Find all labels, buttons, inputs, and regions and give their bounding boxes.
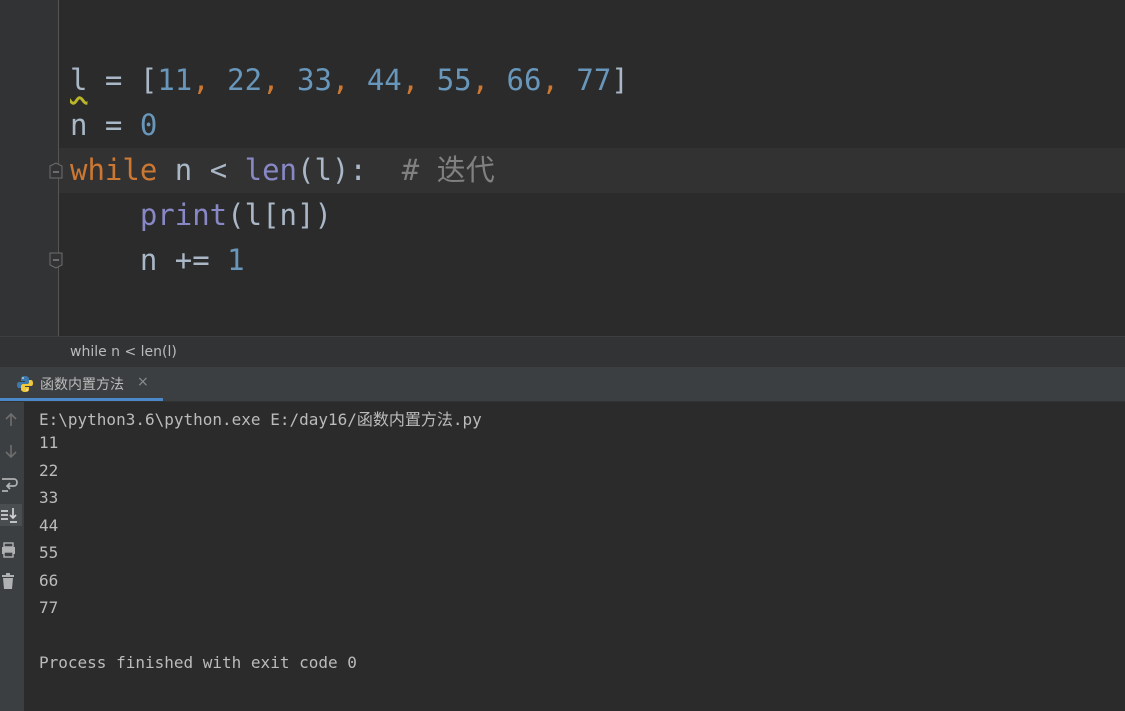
fold-end-icon[interactable]: [47, 251, 65, 269]
soft-wrap-icon[interactable]: [0, 473, 22, 495]
console-output-line: 11: [39, 433, 59, 452]
print-icon[interactable]: [0, 539, 22, 561]
var-n: n: [70, 108, 88, 142]
augmented-assign: n +=: [139, 243, 228, 277]
list-sep: ,: [262, 63, 297, 97]
list-number: 33: [297, 63, 332, 97]
console-command-line: E:\python3.6\python.exe E:/day16/函数内置方法.…: [39, 410, 482, 429]
list-sep: ,: [471, 63, 507, 97]
close-icon[interactable]: ×: [137, 374, 149, 390]
list-sep: ,: [401, 63, 437, 97]
condition-text: n <: [157, 153, 245, 187]
code-line-1[interactable]: l = [11, 22, 33, 44, 55, 66, 77]: [70, 58, 629, 103]
run-console[interactable]: E:\python3.6\python.exe E:/day16/函数内置方法.…: [0, 402, 1125, 711]
list-number: 66: [506, 63, 542, 97]
list-number: 11: [157, 63, 193, 97]
condition-text: (l):: [297, 153, 402, 187]
python-icon: [16, 375, 34, 393]
code-line-5[interactable]: n += 1: [70, 238, 245, 283]
console-finish-line: Process finished with exit code 0: [39, 653, 357, 672]
run-tabbar: 函数内置方法 ×: [0, 367, 1125, 402]
console-output-line: 66: [39, 571, 59, 590]
builtin-len: len: [244, 153, 298, 187]
list-sep: ,: [331, 63, 367, 97]
console-output-line: 33: [39, 488, 59, 507]
run-tab[interactable]: 函数内置方法 ×: [0, 367, 163, 401]
list-close: ]: [611, 63, 629, 97]
code-line-4[interactable]: print(l[n]): [70, 193, 332, 238]
assign-op: = [: [87, 63, 158, 97]
scroll-to-end-icon[interactable]: [0, 504, 22, 526]
list-sep: ,: [541, 63, 577, 97]
console-output-line: 44: [39, 516, 59, 535]
run-tab-label: 函数内置方法: [40, 377, 124, 393]
list-sep: ,: [192, 63, 228, 97]
number-literal: 0: [139, 108, 158, 142]
breadcrumb[interactable]: while n < len(l): [70, 344, 177, 360]
console-toolbar: [0, 402, 24, 711]
console-output-line: 22: [39, 461, 59, 480]
code-editor[interactable]: l = [11, 22, 33, 44, 55, 66, 77] n = 0 w…: [0, 0, 1125, 336]
code-line-2[interactable]: n = 0: [70, 103, 157, 148]
down-arrow-icon[interactable]: [0, 440, 22, 462]
code-line-3[interactable]: while n < len(l): # 迭代: [70, 148, 495, 193]
trash-icon[interactable]: [0, 570, 22, 592]
assign-op: =: [87, 108, 140, 142]
builtin-print: print: [139, 198, 228, 232]
call-args: (l[n]): [227, 198, 332, 232]
list-number: 77: [576, 63, 612, 97]
console-output-line: 55: [39, 543, 59, 562]
list-number: 44: [366, 63, 402, 97]
list-number: 22: [227, 63, 263, 97]
var-l: l: [70, 63, 88, 97]
keyword-while: while: [70, 153, 158, 187]
fold-collapse-icon[interactable]: [47, 162, 65, 180]
breadcrumb-bar: while n < len(l): [0, 336, 1125, 368]
console-output-line: 77: [39, 598, 59, 617]
number-literal: 1: [227, 243, 245, 277]
up-arrow-icon[interactable]: [0, 409, 22, 431]
comment: # 迭代: [401, 153, 495, 187]
list-number: 55: [436, 63, 472, 97]
